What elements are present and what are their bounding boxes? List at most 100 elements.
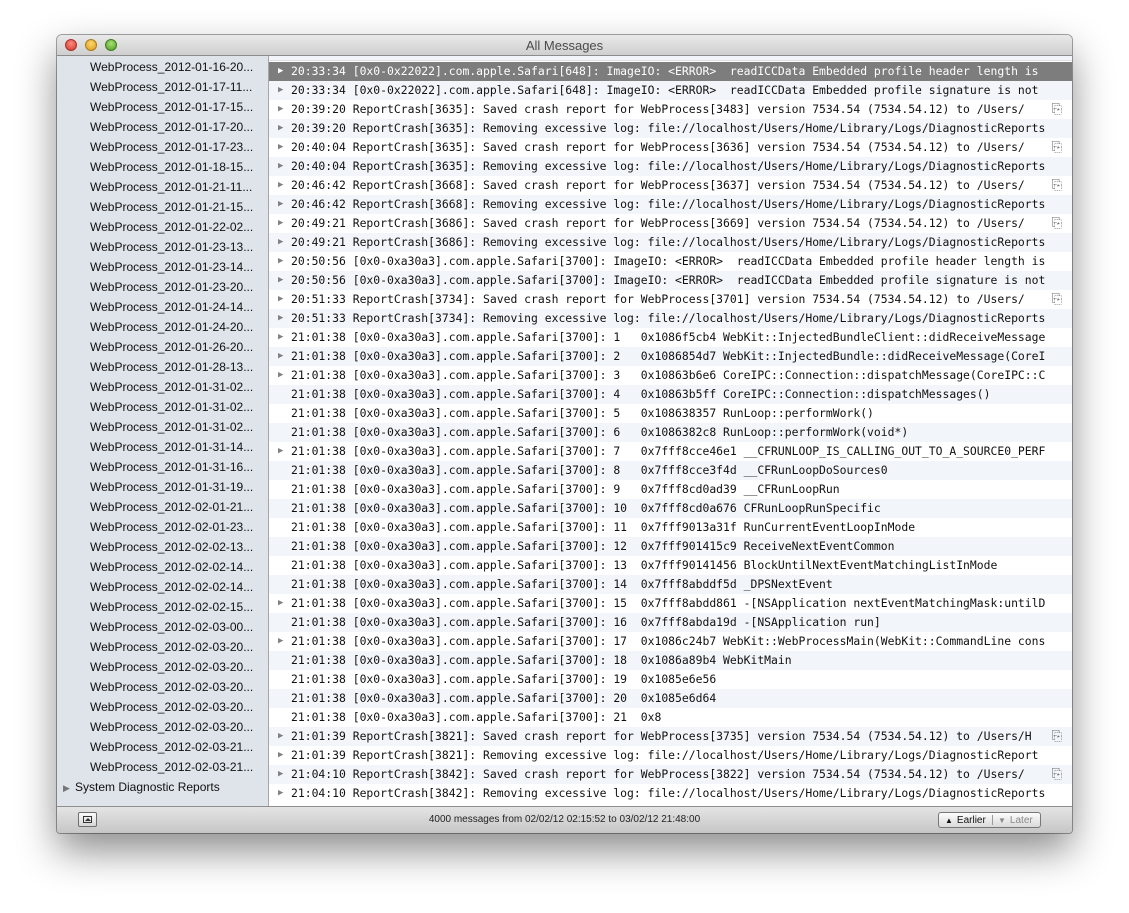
message-row[interactable]: ▶ 21:04:10 ReportCrash[3842]: Saved crash…	[269, 765, 1072, 784]
message-list[interactable]: ▶ 20:33:34 [0x0-0x22022].com.apple.Safari…	[269, 56, 1072, 806]
disclosure-triangle-icon[interactable]: ▶	[278, 442, 283, 461]
message-row[interactable]: ▶ 20:39:20 ReportCrash[3635]: Removing ex…	[269, 119, 1072, 138]
sidebar-log-item[interactable]: WebProcess_2012-01-17-23...	[90, 137, 253, 157]
disclosure-triangle-icon[interactable]: ▶	[278, 309, 283, 328]
message-row[interactable]: ▶ 20:51:33 ReportCrash[3734]: Saved crash…	[269, 290, 1072, 309]
message-row[interactable]: ▶ 21:01:39 ReportCrash[3821]: Removing ex…	[269, 746, 1072, 765]
paperclip-icon[interactable]: ⎘	[1051, 765, 1062, 784]
message-row[interactable]: 21:01:38 [0x0-0xa30a3].com.apple.Safari[…	[269, 689, 1072, 708]
title-bar[interactable]: All Messages	[57, 35, 1072, 56]
message-row[interactable]: ▶ 20:46:42 ReportCrash[3668]: Removing ex…	[269, 195, 1072, 214]
disclosure-triangle-icon[interactable]: ▶	[278, 81, 283, 100]
disclosure-triangle-icon[interactable]: ▶	[278, 632, 283, 651]
message-row[interactable]: ▶ 21:01:39 ReportCrash[3821]: Saved crash…	[269, 727, 1072, 746]
sidebar-log-item[interactable]: WebProcess_2012-01-31-16...	[90, 457, 253, 477]
message-row[interactable]: ▶ 20:33:34 [0x0-0x22022].com.apple.Safari…	[269, 81, 1072, 100]
message-row[interactable]: ▶ 20:49:21 ReportCrash[3686]: Saved crash…	[269, 214, 1072, 233]
message-row[interactable]: ▶ 20:51:33 ReportCrash[3734]: Removing ex…	[269, 309, 1072, 328]
message-row[interactable]: ▶ 20:50:56 [0x0-0xa30a3].com.apple.Safari…	[269, 271, 1072, 290]
disclosure-triangle-icon[interactable]: ▶	[278, 119, 283, 138]
message-row[interactable]: 21:01:38 [0x0-0xa30a3].com.apple.Safari[…	[269, 385, 1072, 404]
sidebar-log-item[interactable]: WebProcess_2012-01-23-14...	[90, 257, 253, 277]
disclosure-triangle-icon[interactable]: ▶	[278, 138, 283, 157]
disclosure-triangle-icon[interactable]: ▶	[278, 765, 283, 784]
disclosure-triangle-icon[interactable]: ▶	[278, 271, 283, 290]
message-row[interactable]: 21:01:38 [0x0-0xa30a3].com.apple.Safari[…	[269, 651, 1072, 670]
disclosure-triangle-icon[interactable]: ▶	[278, 62, 283, 81]
earlier-button[interactable]: ▲ Earlier	[945, 814, 986, 827]
paperclip-icon[interactable]: ⎘	[1052, 214, 1062, 233]
disclosure-triangle-icon[interactable]: ▶	[278, 594, 283, 613]
sidebar-log-item[interactable]: WebProcess_2012-02-01-21...	[90, 497, 253, 517]
paperclip-icon[interactable]: ⎘	[1052, 176, 1062, 195]
message-row[interactable]: ▶ 20:49:21 ReportCrash[3686]: Removing ex…	[269, 233, 1072, 252]
sidebar-log-item[interactable]: WebProcess_2012-01-21-11...	[90, 177, 252, 197]
sidebar-log-item[interactable]: WebProcess_2012-02-03-00...	[90, 617, 253, 637]
disclosure-triangle-icon[interactable]: ▶	[278, 727, 283, 746]
message-row[interactable]: 21:01:38 [0x0-0xa30a3].com.apple.Safari[…	[269, 575, 1072, 594]
message-row[interactable]: 21:01:38 [0x0-0xa30a3].com.apple.Safari[…	[269, 518, 1072, 537]
sidebar-log-item[interactable]: WebProcess_2012-01-16-20...	[90, 57, 253, 77]
sidebar-log-item[interactable]: WebProcess_2012-02-02-14...	[90, 577, 253, 597]
sidebar-log-item[interactable]: WebProcess_2012-01-18-15...	[90, 157, 253, 177]
sidebar-log-item[interactable]: WebProcess_2012-02-03-20...	[90, 657, 253, 677]
sidebar-log-item[interactable]: WebProcess_2012-02-03-21...	[90, 757, 253, 777]
message-row[interactable]: 21:01:38 [0x0-0xa30a3].com.apple.Safari[…	[269, 708, 1072, 727]
sidebar-log-item[interactable]: WebProcess_2012-01-31-02...	[90, 377, 253, 397]
paperclip-icon[interactable]: ⎘	[1052, 290, 1062, 309]
sidebar-log-item[interactable]: WebProcess_2012-01-31-19...	[90, 477, 253, 497]
sidebar-log-item[interactable]: WebProcess_2012-01-17-15...	[90, 97, 253, 117]
disclosure-triangle-icon[interactable]: ▶	[63, 778, 75, 798]
message-row[interactable]: ▶ 20:39:20 ReportCrash[3635]: Saved crash…	[269, 100, 1072, 119]
message-row[interactable]: ▶ 21:01:38 [0x0-0xa30a3].com.apple.Safari…	[269, 328, 1072, 347]
sidebar-log-item[interactable]: WebProcess_2012-01-22-02...	[90, 217, 253, 237]
message-row[interactable]: ▶ 21:01:38 [0x0-0xa30a3].com.apple.Safari…	[269, 442, 1072, 461]
disclosure-triangle-icon[interactable]: ▶	[278, 328, 283, 347]
disclosure-triangle-icon[interactable]: ▶	[278, 157, 283, 176]
message-row[interactable]: ▶ 21:01:38 [0x0-0xa30a3].com.apple.Safari…	[269, 632, 1072, 651]
message-row[interactable]: 21:01:38 [0x0-0xa30a3].com.apple.Safari[…	[269, 404, 1072, 423]
paperclip-icon[interactable]: ⎘	[1052, 100, 1062, 119]
message-row[interactable]: ▶ 21:04:10 ReportCrash[3842]: Removing ex…	[269, 784, 1072, 803]
disclosure-triangle-icon[interactable]: ▶	[278, 252, 283, 271]
sidebar-log-item[interactable]: WebProcess_2012-02-03-21...	[90, 737, 253, 757]
disclosure-triangle-icon[interactable]: ▶	[278, 347, 283, 366]
disclosure-triangle-icon[interactable]: ▶	[278, 290, 283, 309]
disclosure-triangle-icon[interactable]: ▶	[278, 195, 283, 214]
sidebar-log-item[interactable]: WebProcess_2012-01-24-14...	[90, 297, 253, 317]
message-row[interactable]: ▶ 20:46:42 ReportCrash[3668]: Saved crash…	[269, 176, 1072, 195]
sidebar-log-item[interactable]: WebProcess_2012-01-31-14...	[90, 437, 253, 457]
message-row[interactable]: 21:01:38 [0x0-0xa30a3].com.apple.Safari[…	[269, 480, 1072, 499]
message-row[interactable]: 21:01:38 [0x0-0xa30a3].com.apple.Safari[…	[269, 537, 1072, 556]
sidebar-log-item[interactable]: WebProcess_2012-01-17-11...	[90, 77, 252, 97]
sidebar-log-item[interactable]: WebProcess_2012-01-26-20...	[90, 337, 253, 357]
sidebar-log-item[interactable]: WebProcess_2012-01-28-13...	[90, 357, 253, 377]
sidebar-log-item[interactable]: WebProcess_2012-02-02-13...	[90, 537, 253, 557]
disclosure-triangle-icon[interactable]: ▶	[278, 214, 283, 233]
message-row[interactable]: ▶ 20:33:34 [0x0-0x22022].com.apple.Safari…	[269, 62, 1072, 81]
sidebar-log-item[interactable]: WebProcess_2012-01-17-20...	[90, 117, 253, 137]
message-row[interactable]: ▶ 20:40:04 ReportCrash[3635]: Removing ex…	[269, 157, 1072, 176]
disclosure-triangle-icon[interactable]: ▶	[278, 746, 283, 765]
log-sidebar[interactable]: WebProcess_2012-01-16-20... WebProcess_20…	[57, 56, 269, 806]
earlier-later-control[interactable]: ▲ Earlier ▼ Later	[938, 812, 1041, 828]
message-row[interactable]: 21:01:38 [0x0-0xa30a3].com.apple.Safari[…	[269, 499, 1072, 518]
sidebar-log-item[interactable]: WebProcess_2012-02-03-20...	[90, 717, 253, 737]
sidebar-log-item[interactable]: WebProcess_2012-01-21-15...	[90, 197, 253, 217]
disclosure-triangle-icon[interactable]: ▶	[278, 784, 283, 803]
sidebar-log-item[interactable]: WebProcess_2012-02-01-23...	[90, 517, 253, 537]
paperclip-icon[interactable]: ⎘	[1051, 727, 1062, 746]
sidebar-log-item[interactable]: WebProcess_2012-01-23-13...	[90, 237, 253, 257]
message-row[interactable]: 21:01:38 [0x0-0xa30a3].com.apple.Safari[…	[269, 461, 1072, 480]
message-row[interactable]: 21:01:38 [0x0-0xa30a3].com.apple.Safari[…	[269, 613, 1072, 632]
disclosure-triangle-icon[interactable]: ▶	[278, 366, 283, 385]
sidebar-log-item[interactable]: WebProcess_2012-02-03-20...	[90, 697, 253, 717]
sidebar-log-item[interactable]: WebProcess_2012-01-24-20...	[90, 317, 253, 337]
message-row[interactable]: 21:01:38 [0x0-0xa30a3].com.apple.Safari[…	[269, 670, 1072, 689]
sidebar-log-item[interactable]: WebProcess_2012-01-23-20...	[90, 277, 253, 297]
message-row[interactable]: ▶ 21:01:38 [0x0-0xa30a3].com.apple.Safari…	[269, 347, 1072, 366]
paperclip-icon[interactable]: ⎘	[1052, 138, 1062, 157]
message-row[interactable]: 21:01:38 [0x0-0xa30a3].com.apple.Safari[…	[269, 556, 1072, 575]
message-row[interactable]: ▶ 21:01:38 [0x0-0xa30a3].com.apple.Safari…	[269, 594, 1072, 613]
disclosure-triangle-icon[interactable]: ▶	[278, 100, 283, 119]
